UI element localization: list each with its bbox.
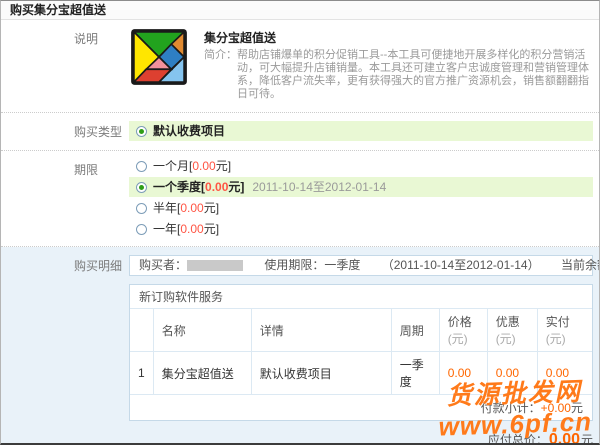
cell-name: 集分宝超值送 — [153, 352, 251, 395]
cell-discount: 0.00 — [487, 352, 537, 395]
app-description: 简介：帮助店铺爆单的积分促销工具--本工具可便捷地开展多样化的积分营销活动，可大… — [204, 49, 591, 101]
duration-date-range: 2011-10-14至2012-01-14 — [252, 177, 386, 197]
duration-option-price: 0.00 — [180, 198, 203, 218]
buyer-name-redacted — [187, 260, 243, 271]
duration-option-label: 一年 — [153, 219, 177, 239]
total-unit: 元 — [581, 433, 593, 445]
page-title: 购买集分宝超值送 — [1, 1, 599, 20]
subtotal-label: 付款小计： — [481, 401, 541, 415]
table-row: 1 集分宝超值送 默认收费项目 一季度 0.00 0.00 0.00 — [130, 352, 592, 395]
subtotal-unit: 元 — [571, 401, 583, 415]
bracket-close: 元] — [228, 177, 244, 197]
description-label: 说明 — [74, 30, 98, 47]
purchase-detail-label: 购买明细 — [74, 257, 122, 274]
usage-value: 一季度 — [324, 258, 360, 272]
duration-option-one-quarter[interactable]: 一个季度[0.00 元] 2011-10-14至2012-01-14 — [129, 177, 593, 197]
bracket-close: 元] — [204, 198, 219, 218]
cell-index: 1 — [130, 352, 153, 395]
total-price-row: 应付总价：0.00元 — [129, 431, 593, 445]
service-table: 名称 详情 周期 价格(元) 优惠(元) 实付(元) 1 集分宝超值送 默认收费… — [130, 309, 592, 394]
radio-icon[interactable] — [136, 161, 147, 172]
total-value: 0.00 — [549, 431, 580, 445]
description-section: 说明 集分宝超值送 简介：帮助店铺爆单的积分促销工具--本工具可便捷地开展多样化… — [1, 20, 599, 113]
radio-selected-icon[interactable] — [136, 126, 147, 137]
cell-price: 0.00 — [439, 352, 487, 395]
col-actual: 实付(元) — [537, 309, 592, 352]
purchase-type-option-default[interactable]: 默认收费项目 — [129, 121, 593, 141]
purchase-detail-section: 购买明细 购买者： 使用期限：一季度 （2011-10-14至2012-01-1… — [1, 247, 599, 445]
table-caption: 新订购软件服务 — [130, 285, 592, 309]
cell-detail: 默认收费项目 — [251, 352, 391, 395]
col-index — [130, 309, 153, 352]
cell-period: 一季度 — [391, 352, 439, 395]
duration-label: 期限 — [74, 161, 98, 178]
radio-selected-icon[interactable] — [136, 182, 147, 193]
duration-option-label: 半年 — [153, 198, 177, 218]
usage-range: （2011-10-14至2012-01-14） — [382, 258, 540, 272]
new-service-table-box: 新订购软件服务 名称 详情 周期 价格(元) 优惠(元) 实付(元) 1 集分宝… — [129, 284, 593, 421]
bracket-close: 元] — [216, 156, 231, 176]
total-label: 应付总价： — [488, 433, 548, 445]
radio-icon[interactable] — [136, 203, 147, 214]
purchase-type-option-label: 默认收费项目 — [153, 121, 225, 141]
cell-actual: 0.00 — [537, 352, 592, 395]
table-header-row: 名称 详情 周期 价格(元) 优惠(元) 实付(元) — [130, 309, 592, 352]
tangram-logo-icon — [129, 28, 189, 86]
purchase-type-label: 购买类型 — [74, 123, 122, 140]
duration-section: 期限 一个月[0.00 元] 一个季度[0.00 元] 2011-10-14至2… — [1, 151, 599, 247]
col-discount: 优惠(元) — [487, 309, 537, 352]
col-detail: 详情 — [251, 309, 391, 352]
balance-label: 当前余额： — [561, 258, 600, 272]
subtotal-value: +0.00 — [541, 401, 571, 415]
duration-option-one-month[interactable]: 一个月[0.00 元] — [129, 156, 593, 176]
buyer-info-bar: 购买者： 使用期限：一季度 （2011-10-14至2012-01-14） 当前… — [129, 255, 593, 276]
duration-option-one-year[interactable]: 一年[0.00 元] — [129, 219, 593, 239]
purchase-dialog: 购买集分宝超值送 说明 集分宝超值送 简介：帮助店铺爆单的积分促销工具--本工具… — [0, 0, 600, 445]
subtotal-row: 付款小计：+0.00元 — [130, 394, 592, 420]
duration-option-half-year[interactable]: 半年[0.00 元] — [129, 198, 593, 218]
duration-option-label: 一个月 — [153, 156, 189, 176]
col-period: 周期 — [391, 309, 439, 352]
col-name: 名称 — [153, 309, 251, 352]
usage-label: 使用期限： — [264, 258, 324, 272]
radio-icon[interactable] — [136, 224, 147, 235]
col-price: 价格(元) — [439, 309, 487, 352]
purchase-type-section: 购买类型 默认收费项目 — [1, 113, 599, 151]
duration-option-label: 一个季度 — [153, 177, 201, 197]
duration-option-price: 0.00 — [205, 177, 228, 197]
duration-option-price: 0.00 — [180, 219, 203, 239]
buyer-label: 购买者： — [139, 258, 187, 272]
bracket-close: 元] — [204, 219, 219, 239]
app-name: 集分宝超值送 — [204, 29, 591, 46]
duration-option-price: 0.00 — [192, 156, 215, 176]
